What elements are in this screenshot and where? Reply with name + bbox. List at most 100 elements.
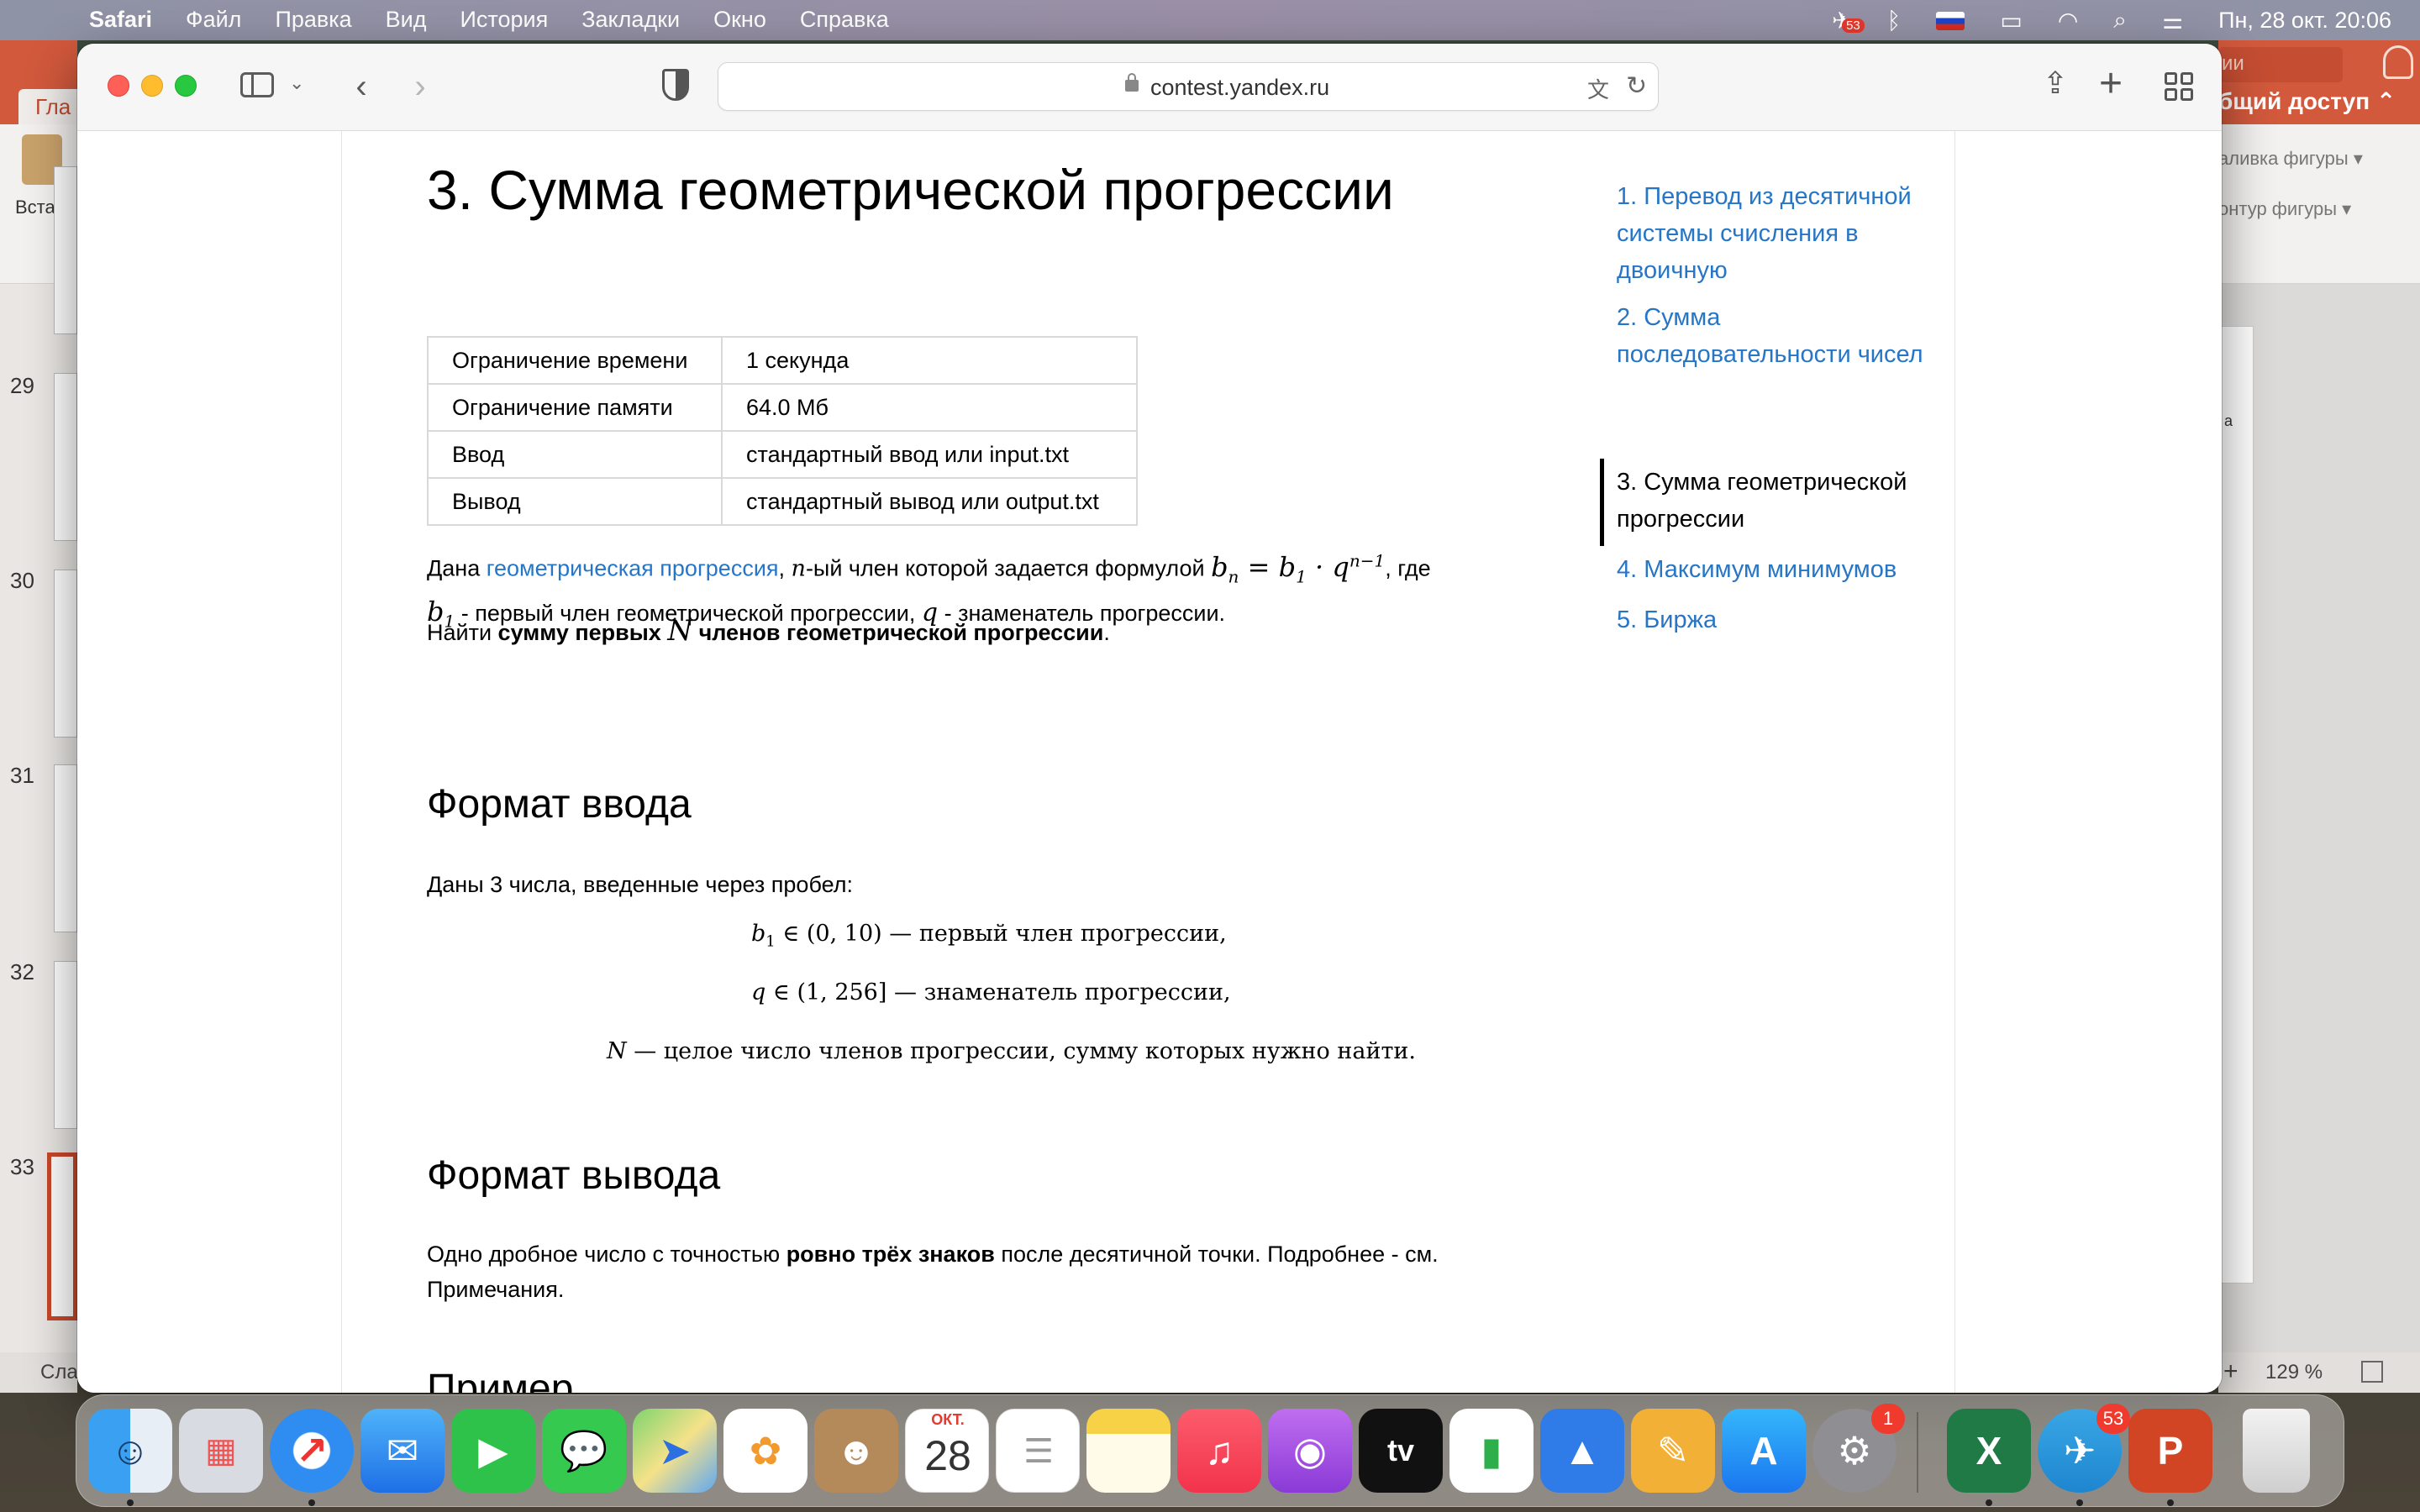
finder-icon[interactable]: ☺: [88, 1409, 172, 1493]
limit-key: Вывод: [427, 477, 723, 526]
control-center-icon[interactable]: ⚌: [2162, 7, 2183, 34]
slide-thumbnail[interactable]: [54, 961, 77, 1129]
pages-icon[interactable]: ✎: [1631, 1409, 1715, 1493]
music-icon[interactable]: ♫: [1177, 1409, 1261, 1493]
menu-bookmarks[interactable]: Закладки: [581, 7, 680, 33]
powerpoint-left-panel: Гла Встави 29 30 31 32 33 Сла: [0, 40, 78, 1393]
toc-item-4[interactable]: 4. Максимум минимумов: [1617, 551, 1944, 588]
keynote-icon[interactable]: ▲: [1540, 1409, 1624, 1493]
privacy-shield-icon[interactable]: [662, 69, 689, 101]
zoom-level[interactable]: 129 %: [2265, 1361, 2323, 1384]
excel-icon[interactable]: X: [1947, 1409, 2031, 1493]
table-row: Ввод стандартный ввод или input.txt: [427, 430, 1138, 479]
mail-icon[interactable]: ✉: [360, 1409, 445, 1493]
slide-number: 33: [10, 1154, 34, 1179]
wifi-icon[interactable]: ◠: [2058, 7, 2078, 34]
statement-text: Найти: [427, 620, 498, 645]
battery-icon[interactable]: ▭: [2000, 7, 2022, 34]
toc-item-2[interactable]: 2. Сумма последовательности чисел: [1617, 299, 1944, 373]
slide-thumbnail-selected[interactable]: [47, 1152, 77, 1320]
fit-to-window-icon[interactable]: [2361, 1361, 2383, 1383]
bluetooth-icon[interactable]: ᛒ: [1887, 8, 1902, 34]
powerpoint-icon[interactable]: P: [2128, 1409, 2212, 1493]
calendar-icon[interactable]: ОКТ. 28: [905, 1409, 989, 1493]
contacts-icon[interactable]: ☻: [814, 1409, 898, 1493]
url-text[interactable]: contest.yandex.ru: [1150, 75, 1329, 101]
menubar-clock[interactable]: Пн, 28 окт. 20:06: [2218, 8, 2391, 34]
statement-text: -ый член которой задается формулой: [805, 555, 1212, 581]
slide-thumbnail[interactable]: [54, 764, 77, 932]
messages-icon[interactable]: 💬: [542, 1409, 626, 1493]
menu-edit[interactable]: Правка: [275, 7, 351, 33]
calendar-month: ОКТ.: [931, 1411, 965, 1428]
reload-icon[interactable]: ↻: [1626, 71, 1647, 101]
shape-fill-button[interactable]: аливка фигуры ▾: [2218, 148, 2363, 170]
running-indicator: [127, 1499, 134, 1506]
podcasts-icon[interactable]: ◉: [1268, 1409, 1352, 1493]
ppt-slide[interactable]: а: [2218, 326, 2254, 1284]
statement-bold: сумму первых N членов геометрической про…: [498, 614, 1104, 648]
shape-fill-label: аливка фигуры: [2218, 148, 2349, 169]
input-line-text: — первый член прогрессии,: [889, 921, 1227, 947]
facetime-icon[interactable]: ▶: [451, 1409, 535, 1493]
launchpad-icon[interactable]: ▦: [179, 1409, 263, 1493]
ppt-search-input[interactable]: ии: [2218, 47, 2343, 82]
ppt-share-button[interactable]: бщий доступ ⌃: [2218, 87, 2396, 115]
menu-help[interactable]: Справка: [800, 7, 889, 33]
reminders-icon[interactable]: ☰: [996, 1409, 1080, 1493]
telegram-status-icon[interactable]: ✈ 53: [1832, 7, 1865, 34]
sidebar-toggle-icon[interactable]: [240, 72, 274, 97]
maps-icon[interactable]: ➤: [633, 1409, 717, 1493]
minimize-window-button[interactable]: [141, 75, 163, 97]
menu-file[interactable]: Файл: [186, 7, 241, 33]
telegram-icon[interactable]: ✈ 53: [2038, 1404, 2130, 1493]
menu-window[interactable]: Окно: [713, 7, 766, 33]
close-window-button[interactable]: [108, 75, 129, 97]
slide-thumbnail[interactable]: [54, 570, 77, 738]
system-preferences-icon[interactable]: ⚙ 1: [1812, 1404, 1905, 1493]
zoom-window-button[interactable]: [175, 75, 197, 97]
tab-overview-icon[interactable]: [2165, 72, 2193, 101]
status-area: ✈ 53 ᛒ ▭ ◠ ⌕ ⚌ Пн, 28 окт. 20:06: [1832, 7, 2391, 34]
toc-item-5[interactable]: 5. Биржа: [1617, 601, 1944, 638]
slide-thumbnail[interactable]: [54, 166, 77, 334]
table-row: Ограничение памяти 64.0 Мб: [427, 383, 1138, 432]
account-icon[interactable]: [2383, 45, 2413, 79]
ppt-tab-home[interactable]: Гла: [18, 89, 77, 124]
geometric-progression-link[interactable]: геометрическая прогрессия: [487, 556, 779, 581]
apple-tv-icon[interactable]: tv: [1359, 1409, 1443, 1493]
toc-item-3[interactable]: 3. Сумма геометрической прогрессии: [1617, 464, 1944, 538]
menu-history[interactable]: История: [460, 7, 549, 33]
share-icon[interactable]: ⇪: [2039, 66, 2072, 108]
new-tab-icon[interactable]: +: [2099, 60, 2123, 107]
numbers-icon[interactable]: ▮: [1449, 1409, 1534, 1493]
spotlight-search-icon[interactable]: ⌕: [2113, 7, 2127, 34]
slide-thumbnail[interactable]: [54, 373, 77, 541]
math-N: N: [667, 614, 693, 648]
menu-view[interactable]: Вид: [386, 7, 427, 33]
menu-app-name[interactable]: Safari: [89, 7, 152, 33]
app-store-icon[interactable]: A: [1722, 1409, 1806, 1493]
toc-item-1[interactable]: 1. Перевод из десятичной системы счислен…: [1617, 178, 1944, 289]
input-line-text: — целое число членов прогрессии, сумму к…: [634, 1038, 1416, 1064]
translate-icon[interactable]: 文: [1587, 73, 1609, 104]
safari-icon[interactable]: ↗: [270, 1409, 354, 1493]
back-button[interactable]: ‹: [345, 66, 378, 108]
input-source-flag-icon[interactable]: [1936, 11, 1965, 30]
zoom-in-icon[interactable]: +: [2223, 1357, 2238, 1386]
forward-button[interactable]: ›: [403, 66, 437, 108]
shape-outline-button[interactable]: онтур фигуры ▾: [2218, 198, 2351, 220]
notes-icon[interactable]: [1086, 1409, 1171, 1493]
telegram-status-badge: 53: [1842, 18, 1865, 33]
photos-icon[interactable]: ✿: [723, 1409, 808, 1493]
address-bar[interactable]: contest.yandex.ru 文 ↻: [718, 62, 1659, 111]
statement-text: Дана: [427, 555, 487, 581]
slide-text: а: [2224, 412, 2233, 429]
chevron-up-icon: ⌃: [2375, 88, 2396, 114]
trash-icon[interactable]: [2243, 1409, 2310, 1493]
output-text: после десятичной точки. Подробнее - см.: [994, 1242, 1439, 1267]
page-divider: [341, 131, 342, 1393]
task-paragraph: Найти сумму первых N членов геометрическ…: [427, 613, 1502, 650]
chevron-down-icon[interactable]: ⌄: [289, 72, 304, 94]
shape-outline-label: онтур фигуры: [2218, 198, 2338, 219]
